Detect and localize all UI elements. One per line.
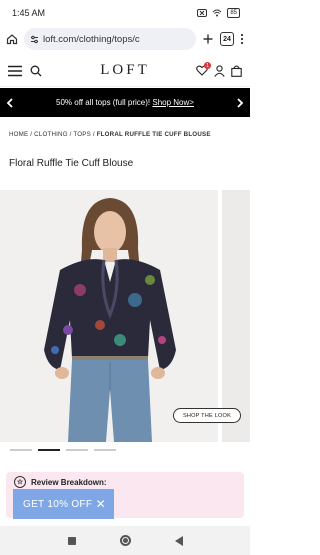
wishlist-count-badge: 1: [204, 62, 211, 69]
star-badge-icon: ☆: [14, 476, 26, 488]
shop-the-look-button[interactable]: SHOP THE LOOK: [173, 408, 241, 423]
next-product-photo-peek[interactable]: [222, 190, 250, 442]
account-icon[interactable]: [214, 64, 225, 77]
address-bar[interactable]: loft.com/clothing/tops/c: [24, 28, 196, 50]
more-menu-icon[interactable]: [240, 33, 244, 45]
tab-switcher-button[interactable]: 24: [220, 32, 234, 46]
review-header: ☆ Review Breakdown:: [14, 476, 107, 488]
site-settings-icon[interactable]: [30, 35, 39, 44]
status-bar: 1:45 AM 85: [0, 0, 250, 26]
browser-toolbar: loft.com/clothing/tops/c 24: [0, 26, 250, 52]
product-image-gallery[interactable]: SHOP THE LOOK: [0, 190, 250, 442]
promo-prev-arrow-icon[interactable]: [6, 97, 13, 108]
product-photo[interactable]: [0, 190, 218, 442]
alarm-icon: [197, 9, 208, 17]
new-tab-icon[interactable]: [202, 33, 214, 45]
promo-text: 50% off all tops (full price)!: [56, 98, 151, 107]
get-discount-popup[interactable]: GET 10% OFF ✕: [13, 489, 114, 519]
home-button-icon[interactable]: [119, 535, 131, 546]
carousel-dot[interactable]: [94, 449, 116, 451]
promo-shop-now-link[interactable]: Shop Now>: [152, 98, 194, 107]
status-icons: 85: [197, 8, 240, 18]
battery-icon: 85: [227, 8, 240, 18]
carousel-dot-active[interactable]: [38, 449, 60, 451]
back-icon[interactable]: [174, 535, 183, 546]
model-illustration: [0, 190, 218, 442]
close-offer-icon[interactable]: ✕: [96, 497, 106, 511]
search-icon[interactable]: [30, 65, 42, 77]
promo-next-arrow-icon[interactable]: [237, 97, 244, 108]
home-icon[interactable]: [6, 33, 18, 45]
site-header: LOFT 1: [0, 55, 250, 87]
promo-text-wrap: 50% off all tops (full price)! Shop Now>: [56, 98, 194, 107]
carousel-indicators: [10, 449, 116, 451]
review-label: Review Breakdown:: [31, 477, 107, 487]
breadcrumb-separator: /: [69, 131, 72, 138]
wishlist-heart-icon[interactable]: 1: [196, 62, 211, 76]
breadcrumb-clothing[interactable]: CLOTHING: [34, 131, 68, 138]
status-time: 1:45 AM: [12, 8, 46, 18]
breadcrumb-tops[interactable]: TOPS: [73, 131, 91, 138]
hamburger-menu-icon[interactable]: [8, 65, 22, 77]
carousel-dot[interactable]: [10, 449, 32, 451]
breadcrumb-separator: /: [30, 131, 33, 138]
breadcrumb-separator: /: [92, 131, 95, 138]
product-title: Floral Ruffle Tie Cuff Blouse: [9, 158, 134, 169]
breadcrumb-home[interactable]: HOME: [9, 131, 28, 138]
carousel-dot[interactable]: [66, 449, 88, 451]
site-logo[interactable]: LOFT: [68, 62, 182, 79]
shopping-bag-icon[interactable]: [231, 64, 242, 77]
recent-apps-icon[interactable]: [67, 536, 76, 545]
offer-label[interactable]: GET 10% OFF: [23, 499, 92, 510]
breadcrumb: HOME / CLOTHING / TOPS / FLORAL RUFFLE T…: [9, 131, 211, 138]
promo-banner: 50% off all tops (full price)! Shop Now>: [0, 88, 250, 117]
system-navigation-bar: [0, 526, 250, 555]
breadcrumb-current: FLORAL RUFFLE TIE CUFF BLOUSE: [96, 131, 211, 138]
wifi-icon: [212, 9, 222, 17]
url-text: loft.com/clothing/tops/c: [43, 33, 140, 45]
